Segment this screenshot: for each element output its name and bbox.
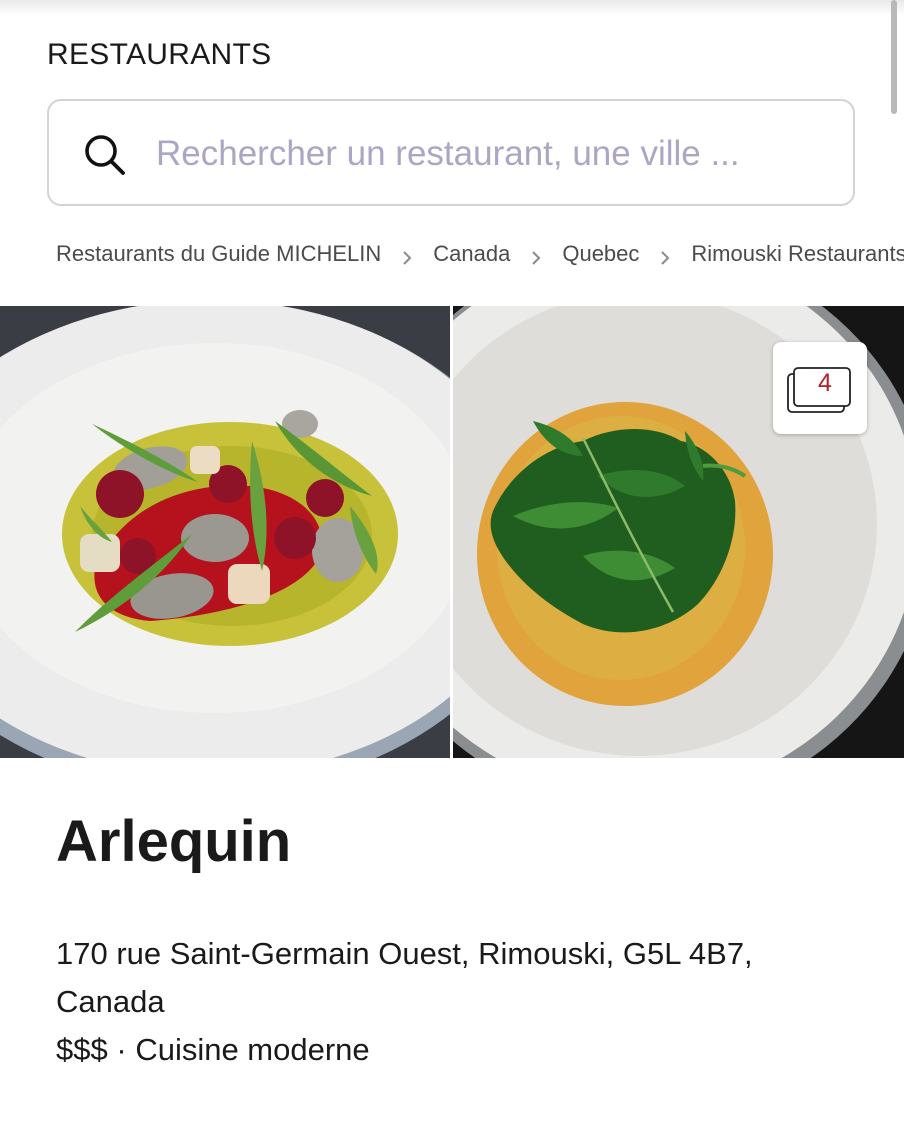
chevron-right-icon: [529, 246, 543, 265]
dish-photo-oysters-raspberries[interactable]: [0, 306, 450, 758]
breadcrumb-link-michelin-guide[interactable]: Restaurants du Guide MICHELIN: [56, 241, 381, 267]
photo-gallery: [0, 306, 904, 758]
price-range: $$$: [56, 1032, 108, 1067]
page-section-title: RESTAURANTS: [47, 38, 272, 71]
restaurant-address: 170 rue Saint-Germain Ouest, Rimouski, G…: [56, 936, 753, 1019]
breadcrumb: Restaurants du Guide MICHELIN Canada Que…: [56, 241, 904, 267]
restaurant-name: Arlequin: [56, 809, 292, 874]
photo-count-button[interactable]: 4: [773, 342, 867, 434]
search-bar[interactable]: [47, 99, 855, 206]
search-input[interactable]: [154, 127, 838, 181]
chevron-right-icon: [658, 246, 672, 265]
breadcrumb-link-canada[interactable]: Canada: [433, 241, 510, 267]
restaurant-meta: $$$ · Cuisine moderne: [56, 1026, 370, 1074]
meta-separator: ·: [116, 1032, 127, 1067]
restaurant-detail-page: RESTAURANTS Restaurants du Guide MICHELI…: [0, 0, 904, 1131]
breadcrumb-link-rimouski[interactable]: Rimouski Restaurants: [691, 241, 904, 267]
cuisine-type: Cuisine moderne: [135, 1032, 370, 1067]
search-icon[interactable]: [83, 133, 127, 177]
breadcrumb-link-quebec[interactable]: Quebec: [562, 241, 639, 267]
scrollbar[interactable]: [891, 0, 897, 114]
photo-count: 4: [818, 369, 832, 397]
chevron-right-icon: [400, 246, 414, 265]
top-shadow: [0, 0, 904, 16]
